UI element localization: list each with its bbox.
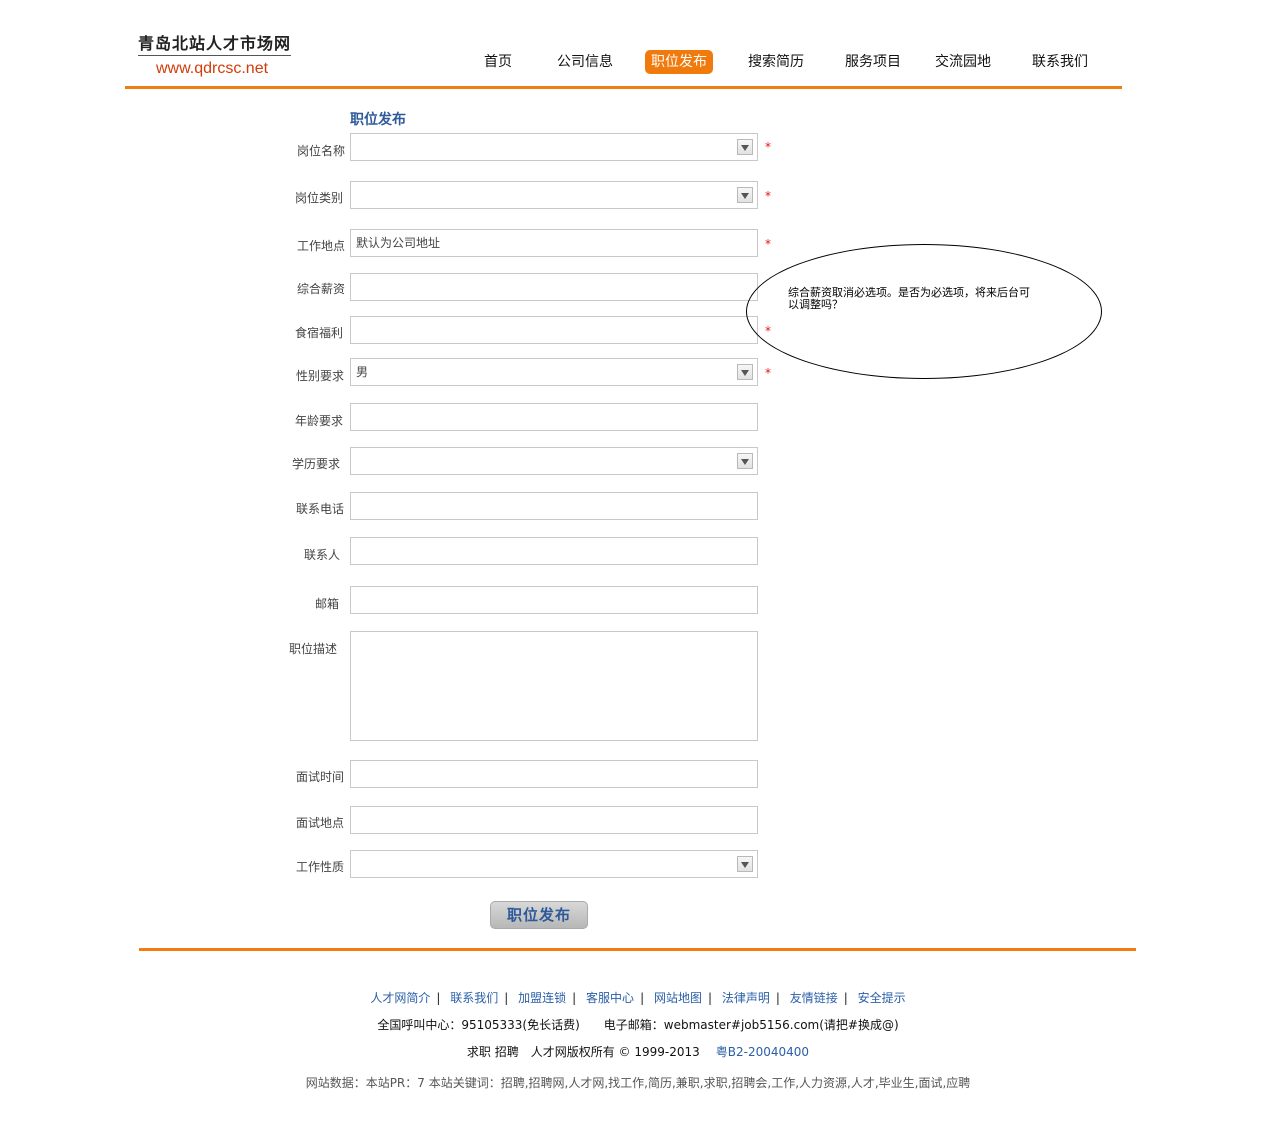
main-nav: 首页 公司信息 职位发布 搜索简历 服务项目 交流园地 联系我们 <box>0 50 1276 74</box>
footer-icp-link[interactable]: 粤B2-20040400 <box>716 1045 809 1059</box>
age-label: 年龄要求 <box>295 414 344 428</box>
footer-link-safety[interactable]: 安全提示 <box>858 991 906 1005</box>
footer-link-contact[interactable]: 联系我们 <box>450 991 498 1005</box>
phone-input[interactable] <box>350 492 758 520</box>
chevron-down-icon[interactable] <box>737 139 753 155</box>
interview-location-input[interactable] <box>350 806 758 834</box>
email-label: 邮箱 <box>315 597 340 611</box>
email-input[interactable] <box>350 586 758 614</box>
footer-site-data: 网站数据：本站PR：7 本站关键词：招聘,招聘网,人才网,找工作,简历,兼职,求… <box>305 1076 971 1090</box>
footer-link-franchise[interactable]: 加盟连锁 <box>518 991 566 1005</box>
description-label: 职位描述 <box>289 642 338 656</box>
footer-divider <box>139 948 1136 951</box>
footer-link-service[interactable]: 客服中心 <box>586 991 634 1005</box>
link-separator: | <box>707 991 712 1005</box>
nav-item-search-resume[interactable]: 搜索简历 <box>748 50 804 74</box>
chevron-down-icon[interactable] <box>737 856 753 872</box>
link-separator: | <box>436 991 441 1005</box>
education-label: 学历要求 <box>292 457 341 471</box>
interview-time-label: 面试时间 <box>296 770 345 784</box>
form-title: 职位发布 <box>350 112 406 128</box>
chevron-down-icon[interactable] <box>737 364 753 380</box>
gender-select[interactable]: 男 <box>350 358 758 386</box>
footer-links: 人才网简介 | 联系我们 | 加盟连锁 | 客服中心 | 网站地图 | 法律声明 | 友情链… <box>0 989 1276 1006</box>
education-select[interactable] <box>350 447 758 475</box>
description-textarea[interactable] <box>350 631 758 741</box>
submit-button[interactable]: 职位发布 <box>490 901 588 929</box>
work-location-input[interactable]: 默认为公司地址 <box>350 229 758 257</box>
required-mark: * <box>765 140 771 154</box>
required-mark: * <box>765 189 771 203</box>
footer-copyright: 求职 招聘 人才网版权所有 © 1999-2013 <box>466 1045 700 1059</box>
position-name-label: 岗位名称 <box>297 144 346 158</box>
age-input[interactable] <box>350 403 758 431</box>
position-category-label: 岗位类别 <box>295 191 344 205</box>
interview-time-input[interactable] <box>350 760 758 788</box>
contact-label: 联系人 <box>304 548 341 562</box>
footer-link-friends[interactable]: 友情链接 <box>790 991 838 1005</box>
nav-item-company-info[interactable]: 公司信息 <box>557 50 613 74</box>
salary-input[interactable] <box>350 273 758 301</box>
position-name-select[interactable] <box>350 133 758 161</box>
footer-link-legal[interactable]: 法律声明 <box>722 991 770 1005</box>
nav-item-services[interactable]: 服务项目 <box>845 50 901 74</box>
gender-label: 性别要求 <box>296 369 345 383</box>
header-divider <box>125 86 1122 89</box>
work-location-label: 工作地点 <box>297 239 346 253</box>
link-separator: | <box>640 991 645 1005</box>
nav-item-post-job[interactable]: 职位发布 <box>645 50 713 74</box>
footer-copyright-line: 求职 招聘 人才网版权所有 © 1999-2013 粤B2-20040400 <box>0 1043 1276 1060</box>
required-mark: * <box>765 237 771 251</box>
welfare-input[interactable] <box>350 316 758 344</box>
salary-label: 综合薪资 <box>297 282 346 296</box>
link-separator: | <box>504 991 509 1005</box>
interview-location-label: 面试地点 <box>296 816 345 830</box>
link-separator: | <box>843 991 848 1005</box>
position-category-select[interactable] <box>350 181 758 209</box>
work-type-select[interactable] <box>350 850 758 878</box>
phone-label: 联系电话 <box>296 502 345 516</box>
footer-contact: 全国呼叫中心：95105333(免长话费) 电子邮箱：webmaster#job… <box>377 1018 899 1032</box>
welfare-label: 食宿福利 <box>295 326 344 340</box>
contact-input[interactable] <box>350 537 758 565</box>
chevron-down-icon[interactable] <box>737 187 753 203</box>
nav-item-contact[interactable]: 联系我们 <box>1032 50 1088 74</box>
chevron-down-icon[interactable] <box>737 453 753 469</box>
link-separator: | <box>775 991 780 1005</box>
nav-item-home[interactable]: 首页 <box>484 50 512 74</box>
footer-link-about[interactable]: 人才网简介 <box>370 991 430 1005</box>
required-mark: * <box>765 366 771 380</box>
link-separator: | <box>572 991 577 1005</box>
annotation-ellipse <box>746 244 1102 379</box>
work-type-label: 工作性质 <box>296 860 345 874</box>
annotation-text: 综合薪资取消必选项。是否为必选项，将来后台可以调整吗？ <box>788 286 1030 311</box>
nav-item-forum[interactable]: 交流园地 <box>935 50 991 74</box>
footer-link-sitemap[interactable]: 网站地图 <box>654 991 702 1005</box>
